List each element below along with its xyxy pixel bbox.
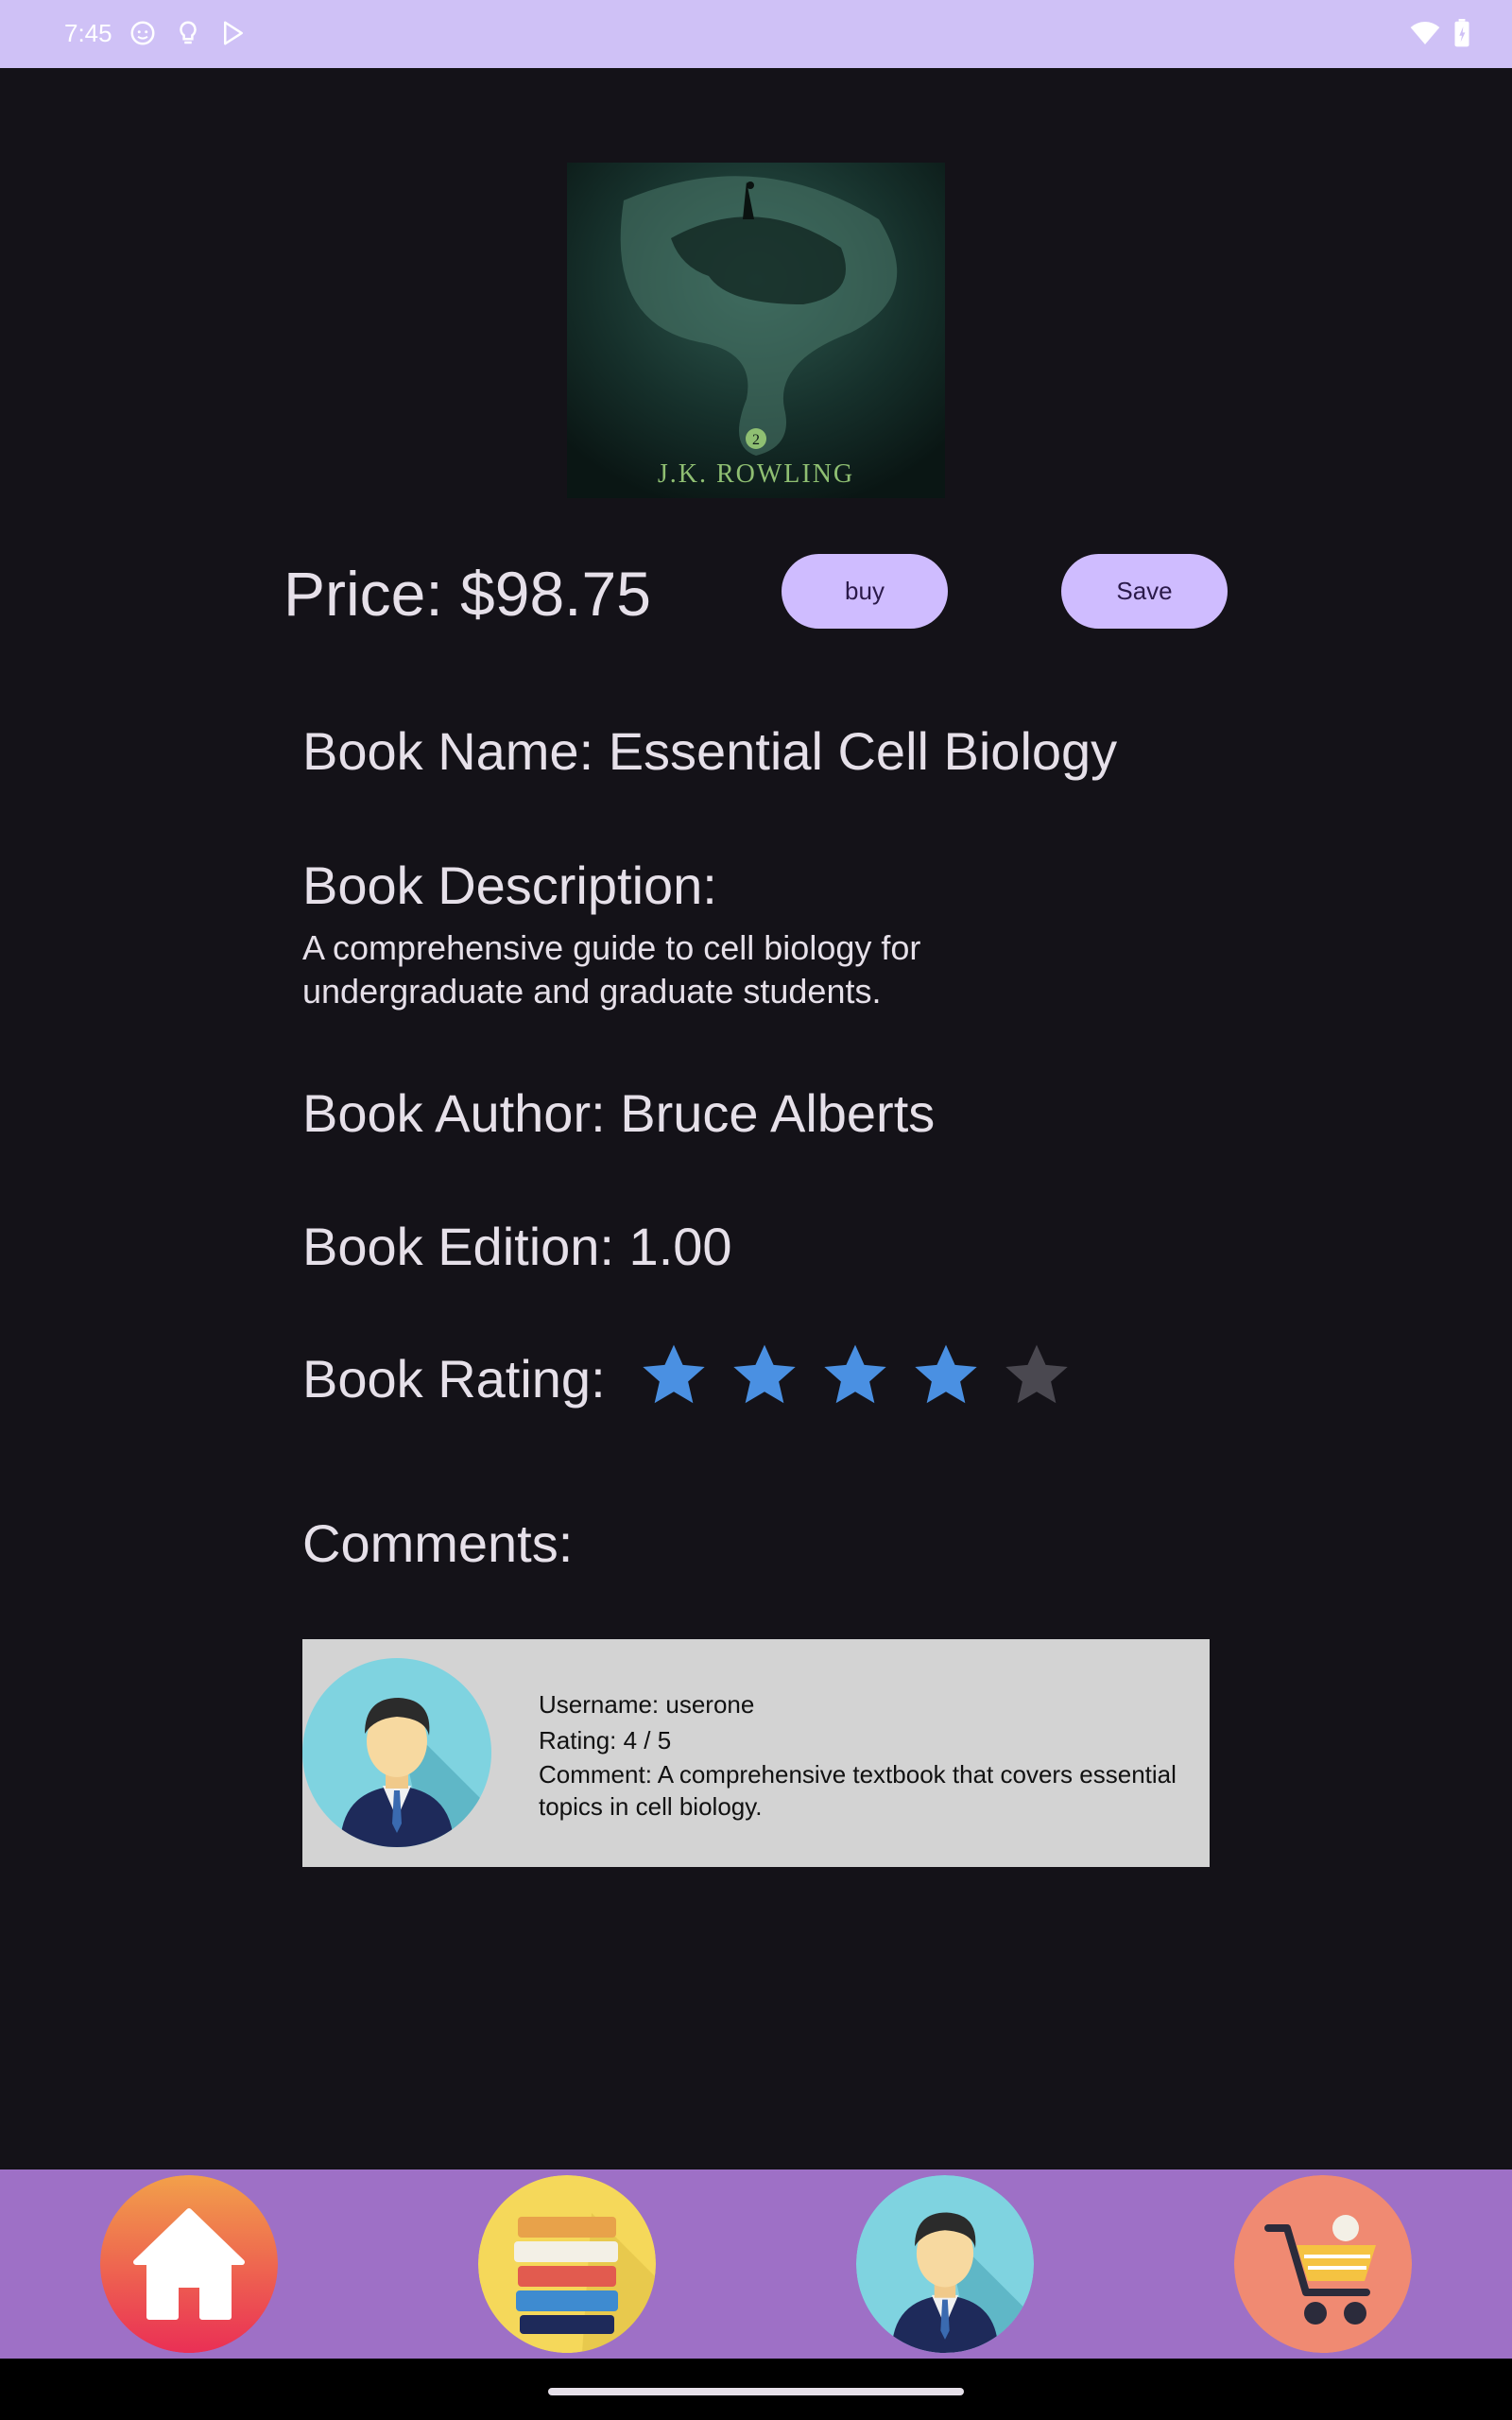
cover-author-text: J.K. ROWLING (658, 459, 854, 489)
books-icon[interactable] (478, 2175, 656, 2353)
comment-card: Username: userone Rating: 4 / 5 Comment:… (302, 1639, 1210, 1867)
book-name: Book Name: Essential Cell Biology (302, 721, 1118, 781)
star-filled-icon (643, 1344, 705, 1404)
face-icon (130, 21, 155, 45)
comment-rating: Rating: 4 / 5 (539, 1726, 672, 1754)
star-empty-icon (1005, 1344, 1068, 1404)
bottom-navigation (0, 2169, 1512, 2359)
star-filled-icon (915, 1344, 977, 1404)
star-filled-icon (733, 1344, 796, 1404)
play-store-icon (224, 21, 243, 45)
bulb-icon (180, 21, 197, 44)
gesture-area (0, 2359, 1512, 2420)
profile-icon[interactable] (856, 2175, 1034, 2353)
comment-username: Username: userone (539, 1690, 755, 1719)
book-edition: Book Edition: 1.00 (302, 1217, 732, 1276)
star-filled-icon (824, 1344, 886, 1404)
gesture-bar[interactable] (548, 2388, 964, 2395)
book-author: Book Author: Bruce Alberts (302, 1083, 936, 1143)
status-time: 7:45 (64, 19, 112, 47)
book-cover-image: 2 J.K. ROWLING (567, 163, 945, 498)
save-button[interactable]: Save (1061, 554, 1228, 629)
comments-heading: Comments: (302, 1513, 574, 1573)
price-label: Price: $98.75 (284, 559, 651, 629)
user-avatar-icon (302, 1658, 491, 1847)
book-description-text: A comprehensive guide to cell biology fo… (302, 928, 921, 1011)
svg-text:2: 2 (752, 432, 760, 448)
rating-stars (639, 1340, 1072, 1410)
book-rating-label: Book Rating: (302, 1349, 606, 1409)
wifi-icon (1410, 22, 1440, 44)
status-left-icons (129, 19, 248, 47)
comment-text: Comment: A comprehensive textbook that c… (539, 1760, 1177, 1821)
status-bar: 7:45 (0, 0, 1512, 68)
status-right-icons (1410, 19, 1470, 47)
battery-icon (1454, 19, 1469, 47)
book-description-heading: Book Description: (302, 856, 717, 915)
home-icon[interactable] (100, 2175, 278, 2353)
cart-icon[interactable] (1234, 2175, 1412, 2353)
buy-button[interactable]: buy (782, 554, 948, 629)
